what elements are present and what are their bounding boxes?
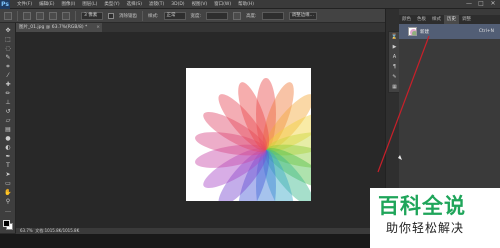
menu-filter[interactable]: 滤镜(T) bbox=[149, 1, 164, 7]
dodge-tool-icon[interactable]: ◐ bbox=[4, 144, 12, 151]
refine-edge-button[interactable]: 调整边缘... bbox=[288, 11, 317, 20]
separator bbox=[142, 10, 143, 21]
lasso-tool-icon[interactable]: ◌ bbox=[4, 45, 12, 52]
tools-panel: ✥ ⬚ ◌ ✎ ⌗ ⁄ ✚ ✏ ⊥ ↺ ▱ ▤ ● ◐ ✒ T ➤ ▭ ✋ ⚲ … bbox=[0, 23, 16, 233]
layers-panel-icon[interactable]: ▦ bbox=[391, 84, 398, 91]
history-panel-icon[interactable]: ⌛ bbox=[391, 34, 398, 41]
paragraph-panel-icon[interactable]: ¶ bbox=[391, 64, 398, 71]
stamp-tool-icon[interactable]: ⊥ bbox=[4, 99, 12, 106]
history-brush-tool-icon[interactable]: ↺ bbox=[4, 108, 12, 115]
watermark-title: 百科全说 bbox=[378, 194, 466, 218]
subtract-selection-icon[interactable] bbox=[49, 11, 57, 20]
document-tab-bar: 图片_01.jpg @ 63.7%(RGB/8) * × bbox=[16, 23, 385, 32]
document-tab[interactable]: 图片_01.jpg @ 63.7%(RGB/8) * × bbox=[16, 23, 102, 32]
menu-window[interactable]: 窗口(W) bbox=[214, 1, 231, 7]
tab-history[interactable]: 历史 bbox=[444, 15, 459, 24]
quick-select-tool-icon[interactable]: ✎ bbox=[4, 54, 12, 61]
menu-image[interactable]: 图像(I) bbox=[61, 1, 75, 7]
separator bbox=[17, 10, 18, 21]
blur-tool-icon[interactable]: ● bbox=[4, 135, 12, 142]
healing-tool-icon[interactable]: ✚ bbox=[4, 81, 12, 88]
flower-petal-image bbox=[195, 78, 337, 222]
document-tab-title: 图片_01.jpg @ 63.7%(RGB/8) * bbox=[19, 25, 88, 30]
menu-select[interactable]: 选择(S) bbox=[127, 1, 142, 7]
feather-size-field[interactable]: 3 像素 bbox=[81, 11, 103, 20]
history-state-shortcut: Ctrl+N bbox=[478, 29, 494, 34]
intersect-selection-icon[interactable] bbox=[62, 11, 70, 20]
history-snapshot-thumbnail bbox=[408, 27, 417, 36]
tab-styles[interactable]: 样式 bbox=[429, 15, 444, 24]
add-selection-icon[interactable] bbox=[36, 11, 44, 20]
swap-icon[interactable] bbox=[233, 11, 242, 20]
tab-color[interactable]: 颜色 bbox=[399, 15, 414, 24]
tab-swatches[interactable]: 色板 bbox=[414, 15, 429, 24]
path-select-tool-icon[interactable]: ➤ bbox=[4, 171, 12, 178]
close-tab-icon[interactable]: × bbox=[96, 23, 100, 32]
antialias-checkbox[interactable] bbox=[108, 12, 114, 19]
new-selection-icon[interactable] bbox=[23, 11, 31, 20]
watermark-logo: 百科全说 助你轻松解决 bbox=[370, 188, 500, 248]
height-label: 高度: bbox=[246, 13, 257, 19]
document-canvas[interactable] bbox=[186, 68, 337, 222]
shape-tool-icon[interactable]: ▭ bbox=[4, 180, 12, 187]
menu-edit[interactable]: 编辑(E) bbox=[39, 1, 54, 7]
width-label: 宽度: bbox=[190, 13, 202, 19]
character-panel-icon[interactable]: A bbox=[391, 54, 398, 61]
history-state-label: 新建 bbox=[420, 29, 429, 35]
flower-thumbnail-icon bbox=[410, 29, 416, 35]
menu-type[interactable]: 类型(Y) bbox=[104, 1, 119, 7]
menu-layer[interactable]: 图层(L) bbox=[82, 1, 97, 7]
maximize-button[interactable]: □ bbox=[477, 1, 485, 7]
style-select[interactable]: 正常 bbox=[163, 11, 186, 20]
photoshop-logo: Ps bbox=[0, 0, 10, 9]
canvas-workspace[interactable] bbox=[16, 32, 385, 228]
separator bbox=[75, 10, 76, 21]
width-field[interactable] bbox=[206, 11, 229, 20]
hand-tool-icon[interactable]: ✋ bbox=[4, 189, 12, 196]
height-field[interactable] bbox=[261, 11, 284, 20]
zoom-tool-icon[interactable]: ⚲ bbox=[4, 198, 12, 205]
eyedropper-tool-icon[interactable]: ⁄ bbox=[4, 72, 12, 79]
minimize-button[interactable]: — bbox=[465, 1, 473, 7]
move-tool-icon[interactable]: ✥ bbox=[4, 27, 12, 34]
menu-view[interactable]: 视图(V) bbox=[192, 1, 208, 7]
foreground-color-swatch[interactable] bbox=[3, 220, 10, 227]
crop-tool-icon[interactable]: ⌗ bbox=[4, 63, 12, 70]
menu-bar: Ps 文件(F) 编辑(E) 图像(I) 图层(L) 类型(Y) 选择(S) 滤… bbox=[0, 0, 500, 9]
window-controls: — □ ✕ bbox=[465, 1, 497, 7]
actions-panel-icon[interactable]: ▶ bbox=[391, 44, 398, 51]
tab-adjustments[interactable]: 调整 bbox=[459, 15, 474, 24]
gradient-tool-icon[interactable]: ▤ bbox=[4, 126, 12, 133]
style-label: 样式: bbox=[148, 13, 159, 19]
type-tool-icon[interactable]: T bbox=[4, 162, 12, 169]
more-tools-icon[interactable]: … bbox=[4, 207, 12, 214]
antialias-label: 消除锯齿 bbox=[119, 13, 137, 19]
pen-tool-icon[interactable]: ✒ bbox=[4, 153, 12, 160]
marquee-tool-icon[interactable]: ⬚ bbox=[4, 36, 12, 43]
menu-file[interactable]: 文件(F) bbox=[17, 1, 32, 7]
brush-tool-icon[interactable]: ✏ bbox=[4, 90, 12, 97]
close-button[interactable]: ✕ bbox=[489, 1, 497, 7]
panel-tabs: 颜色 色板 样式 历史 调整 bbox=[399, 15, 500, 24]
tool-preset-icon[interactable] bbox=[4, 11, 12, 20]
watermark-subtitle: 助你轻松解决 bbox=[386, 221, 465, 235]
history-state-row[interactable]: 新建 Ctrl+N bbox=[399, 24, 500, 39]
eraser-tool-icon[interactable]: ▱ bbox=[4, 117, 12, 124]
menu-3d[interactable]: 3D(D) bbox=[171, 2, 184, 7]
brush-panel-icon[interactable]: ✎ bbox=[391, 74, 398, 81]
menu-help[interactable]: 帮助(H) bbox=[238, 1, 254, 7]
